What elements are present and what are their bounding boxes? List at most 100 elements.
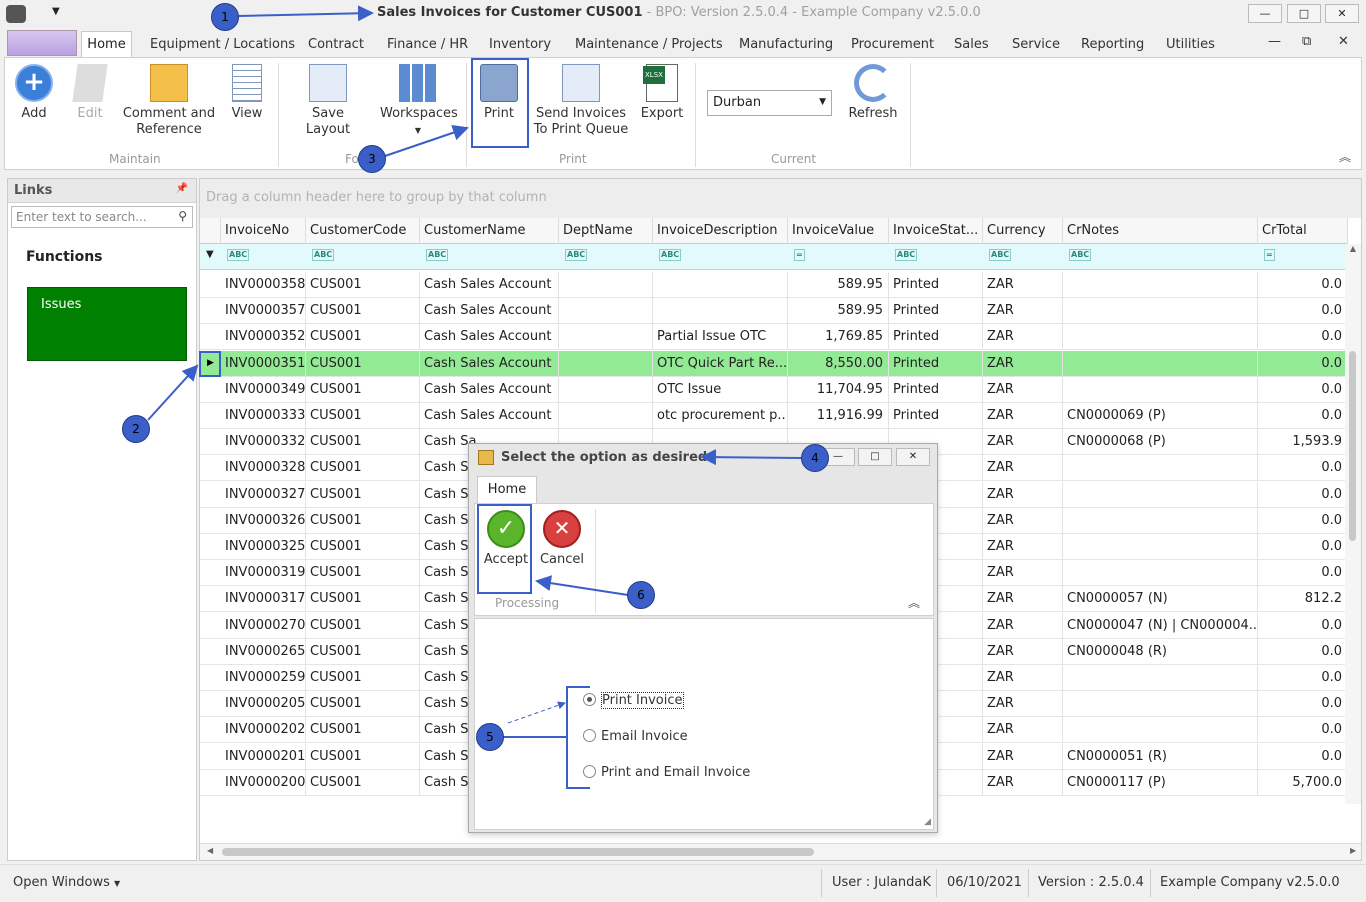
- table-cell[interactable]: CUS001: [306, 612, 420, 639]
- table-cell[interactable]: CUS001: [306, 403, 420, 429]
- table-cell[interactable]: INV0000351: [221, 350, 306, 377]
- table-cell[interactable]: [1063, 534, 1258, 560]
- table-row[interactable]: INV0000358 CUS001 Cash Sales Account 589.95…: [200, 272, 1348, 298]
- row-indicator[interactable]: [200, 691, 221, 717]
- text-filter-icon[interactable]: ABC: [1069, 249, 1092, 261]
- row-indicator[interactable]: [200, 324, 221, 350]
- row-indicator[interactable]: [200, 613, 221, 639]
- table-cell[interactable]: CUS001: [306, 350, 420, 377]
- table-cell[interactable]: Printed: [889, 403, 983, 429]
- table-cell[interactable]: 589.95: [788, 298, 889, 325]
- table-cell[interactable]: INV0000328: [221, 455, 306, 482]
- table-cell[interactable]: Cash Sales Account: [420, 272, 559, 298]
- table-cell[interactable]: ZAR: [983, 586, 1063, 613]
- table-cell[interactable]: CN0000047 (N) | CN000004...: [1063, 612, 1258, 639]
- table-cell[interactable]: ZAR: [983, 507, 1063, 534]
- table-cell[interactable]: Partial Issue OTC: [653, 324, 788, 351]
- scroll-up-icon[interactable]: ▲: [1345, 244, 1361, 253]
- issues-tile[interactable]: Issues: [27, 287, 187, 361]
- collapse-ribbon-icon[interactable]: ︽: [1339, 148, 1351, 165]
- table-cell[interactable]: OTC Quick Part Re...: [653, 350, 788, 377]
- table-cell[interactable]: CUS001: [306, 507, 420, 534]
- table-cell[interactable]: ZAR: [983, 534, 1063, 560]
- table-cell[interactable]: INV0000332: [221, 429, 306, 456]
- column-header[interactable]: CrNotes: [1063, 218, 1258, 244]
- table-cell[interactable]: 0.0: [1258, 691, 1348, 718]
- table-cell[interactable]: 0.0: [1258, 272, 1348, 298]
- table-row-selected[interactable]: ▶ INV0000351 CUS001 Cash Sales Account OTC Q…: [200, 350, 1348, 377]
- table-cell[interactable]: CUS001: [306, 298, 420, 325]
- table-cell[interactable]: INV0000205: [221, 691, 306, 718]
- table-cell[interactable]: [1063, 324, 1258, 351]
- site-select[interactable]: Durban ▼: [707, 90, 832, 116]
- table-cell[interactable]: 0.0: [1258, 481, 1348, 508]
- table-cell[interactable]: INV0000327: [221, 481, 306, 508]
- table-cell[interactable]: [559, 350, 653, 377]
- table-cell[interactable]: Printed: [889, 324, 983, 351]
- table-cell[interactable]: ZAR: [983, 324, 1063, 351]
- table-cell[interactable]: Cash Sales Account: [420, 376, 559, 403]
- table-cell[interactable]: INV0000259: [221, 665, 306, 691]
- table-cell[interactable]: INV0000317: [221, 586, 306, 613]
- text-filter-icon[interactable]: ABC: [565, 249, 588, 261]
- table-cell[interactable]: 812.2: [1258, 586, 1348, 613]
- table-cell[interactable]: CN0000068 (P): [1063, 429, 1258, 456]
- table-cell[interactable]: 0.0: [1258, 350, 1348, 377]
- text-filter-icon[interactable]: ABC: [312, 249, 335, 261]
- table-cell[interactable]: INV0000349: [221, 376, 306, 403]
- table-cell[interactable]: CN0000117 (P): [1063, 769, 1258, 796]
- scroll-right-icon[interactable]: ▶: [1350, 846, 1356, 855]
- table-cell[interactable]: [559, 324, 653, 351]
- column-header[interactable]: InvoiceStat...: [889, 218, 983, 244]
- table-cell[interactable]: Cash Sales Account: [420, 403, 559, 429]
- auto-filter-row[interactable]: ▼ ABC ABC ABC ABC ABC = ABC ABC ABC =: [200, 244, 1361, 270]
- dialog-maximize-button[interactable]: □: [858, 448, 892, 466]
- send-to-print-queue-button[interactable]: Send Invoices To Print Queue: [533, 64, 629, 138]
- refresh-button[interactable]: Refresh: [845, 64, 901, 122]
- table-cell[interactable]: ZAR: [983, 455, 1063, 482]
- table-cell[interactable]: ZAR: [983, 638, 1063, 665]
- app-menu-button[interactable]: [7, 30, 77, 56]
- add-button[interactable]: + Add: [13, 64, 55, 122]
- column-header[interactable]: DeptName: [559, 218, 653, 244]
- table-cell[interactable]: 0.0: [1258, 560, 1348, 587]
- table-cell[interactable]: 0.0: [1258, 534, 1348, 560]
- table-cell[interactable]: CUS001: [306, 638, 420, 665]
- table-cell[interactable]: [1063, 717, 1258, 744]
- horizontal-scroll-thumb[interactable]: [222, 848, 814, 856]
- table-cell[interactable]: OTC Issue: [653, 376, 788, 403]
- table-cell[interactable]: [1063, 298, 1258, 325]
- row-indicator[interactable]: [200, 586, 221, 612]
- table-cell[interactable]: 589.95: [788, 272, 889, 298]
- table-cell[interactable]: INV0000358: [221, 272, 306, 298]
- pin-icon[interactable]: 📌: [176, 183, 188, 194]
- table-cell[interactable]: CUS001: [306, 665, 420, 691]
- text-filter-icon[interactable]: ABC: [426, 249, 449, 261]
- row-indicator[interactable]: [200, 298, 221, 324]
- text-filter-icon[interactable]: ABC: [227, 249, 250, 261]
- table-cell[interactable]: CUS001: [306, 560, 420, 587]
- row-indicator[interactable]: [200, 377, 221, 403]
- table-cell[interactable]: CUS001: [306, 534, 420, 560]
- comment-reference-button[interactable]: Comment and Reference: [121, 64, 217, 138]
- text-filter-icon[interactable]: ABC: [895, 249, 918, 261]
- row-indicator[interactable]: [200, 508, 221, 534]
- table-cell[interactable]: CUS001: [306, 429, 420, 456]
- table-cell[interactable]: [559, 272, 653, 298]
- table-cell[interactable]: 0.0: [1258, 665, 1348, 691]
- table-row[interactable]: INV0000352 CUS001 Cash Sales Account Partia…: [200, 324, 1348, 351]
- row-indicator[interactable]: [200, 403, 221, 429]
- row-indicator[interactable]: [200, 717, 221, 743]
- table-row[interactable]: INV0000333 CUS001 Cash Sales Account otc pr…: [200, 403, 1348, 429]
- table-cell[interactable]: INV0000202: [221, 717, 306, 744]
- table-cell[interactable]: CUS001: [306, 691, 420, 718]
- app-logo-icon[interactable]: [6, 5, 26, 23]
- row-indicator[interactable]: [200, 482, 221, 508]
- table-row[interactable]: INV0000349 CUS001 Cash Sales Account OTC Is…: [200, 376, 1348, 403]
- table-cell[interactable]: 0.0: [1258, 507, 1348, 534]
- table-cell[interactable]: 0.0: [1258, 743, 1348, 770]
- minimize-button[interactable]: —: [1248, 4, 1282, 23]
- table-cell[interactable]: CUS001: [306, 272, 420, 298]
- table-cell[interactable]: 8,550.00: [788, 350, 889, 377]
- table-cell[interactable]: Printed: [889, 376, 983, 403]
